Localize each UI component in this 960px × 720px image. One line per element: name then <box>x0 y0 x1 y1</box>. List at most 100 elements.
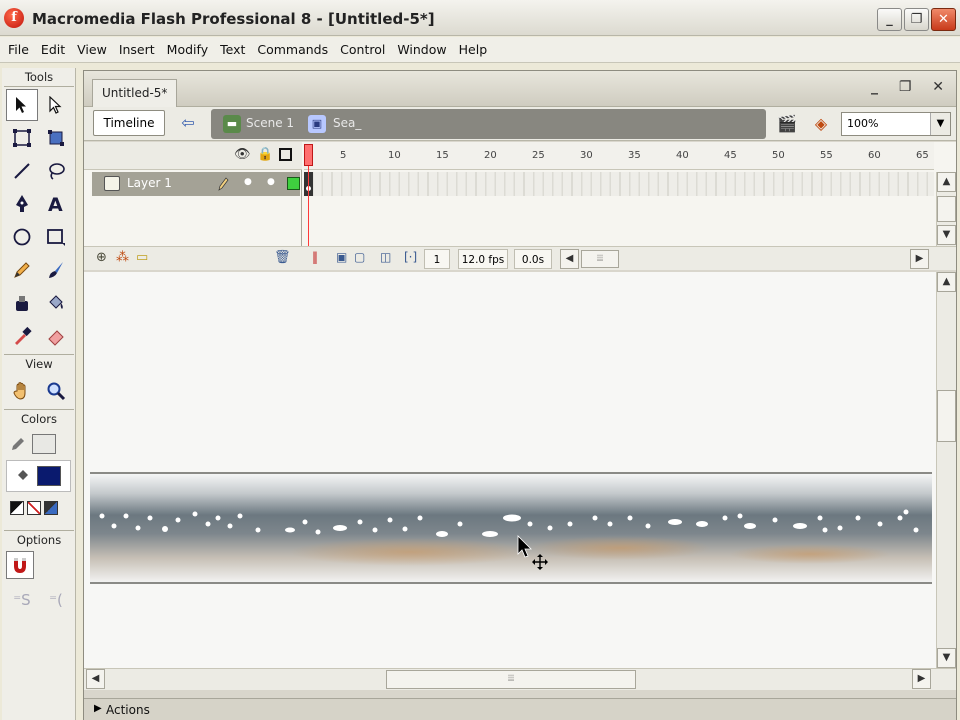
line-tool-icon[interactable] <box>6 155 38 187</box>
stage-hscroll[interactable]: ◀ ⦙⦙⦙ ▶ <box>84 668 956 690</box>
menu-insert[interactable]: Insert <box>114 42 162 57</box>
document-tab[interactable]: Untitled-5* <box>92 79 178 107</box>
no-color-icon[interactable] <box>27 501 41 515</box>
layer-row[interactable]: Layer 1 ● ● <box>92 172 300 196</box>
scroll-up-icon[interactable]: ▲ <box>937 172 956 192</box>
oval-tool-icon[interactable] <box>6 221 38 253</box>
scroll-up-icon[interactable]: ▲ <box>937 272 956 292</box>
stroke-color-pencil-icon[interactable] <box>10 436 26 452</box>
edit-scene-icon[interactable]: 🎬 <box>774 112 800 136</box>
actions-panel-title[interactable]: Actions <box>106 703 150 717</box>
lock-icon[interactable]: 🔒 <box>257 147 273 162</box>
menu-modify[interactable]: Modify <box>162 42 215 57</box>
onion-outlines-icon[interactable]: ▢ <box>354 250 365 264</box>
zoom-tool-icon[interactable] <box>40 375 72 407</box>
stroke-color-swatch[interactable] <box>32 434 56 454</box>
stage-hscroll-thumb[interactable]: ⦙⦙⦙ <box>386 670 636 689</box>
stage-vscroll-thumb[interactable] <box>937 390 956 442</box>
layer-name[interactable]: Layer 1 <box>127 176 172 190</box>
pen-tool-icon[interactable] <box>6 188 38 220</box>
brush-tool-icon[interactable] <box>40 254 72 286</box>
ruler-label: 60 <box>868 150 881 161</box>
free-transform-tool-icon[interactable] <box>6 122 38 154</box>
stage-vscroll[interactable]: ▲ ▼ <box>936 272 956 668</box>
onion-markers-icon[interactable]: [·] <box>404 250 417 264</box>
scroll-down-icon[interactable]: ▼ <box>937 225 956 245</box>
add-layer-icon[interactable]: ⊕ <box>96 250 107 265</box>
timeline-vscroll[interactable]: ▲ ▼ <box>936 172 956 246</box>
expand-triangle-icon[interactable]: ▶ <box>94 703 102 714</box>
add-folder-icon[interactable]: ▭ <box>136 250 148 265</box>
timeline-hscroll-thumb[interactable]: ⦙⦙⦙ <box>581 250 619 268</box>
hand-tool-icon[interactable] <box>6 375 38 407</box>
eye-icon[interactable]: 👁 <box>234 147 251 162</box>
layer-outline-swatch[interactable] <box>287 177 300 190</box>
onion-skin-icon[interactable]: ▣ <box>336 250 347 264</box>
stage[interactable] <box>84 272 936 668</box>
snap-magnet-icon[interactable] <box>6 551 34 579</box>
subselection-tool-icon[interactable] <box>40 89 72 121</box>
ink-bottle-tool-icon[interactable] <box>6 287 38 319</box>
timeline-scroll-right-icon[interactable]: ▶ <box>910 249 929 269</box>
fill-color-swatch[interactable] <box>37 466 61 486</box>
delete-layer-icon[interactable]: 🗑 <box>274 250 291 265</box>
layer-visible-dot[interactable]: ● <box>244 177 252 187</box>
back-arrow-icon[interactable]: ⇦ <box>177 112 199 134</box>
breadcrumb-symbol[interactable]: Sea_ <box>333 116 361 130</box>
black-white-icon[interactable] <box>10 501 24 515</box>
edit-symbols-icon[interactable]: ◈ <box>808 112 834 136</box>
add-guide-layer-icon[interactable]: ⁂ <box>116 250 129 265</box>
outline-icon[interactable] <box>279 148 292 161</box>
chevron-down-icon[interactable]: ▼ <box>930 113 950 135</box>
document-window: Untitled-5* _ ❐ ✕ Timeline ⇦ ▬ Scene 1 ▣… <box>83 70 957 720</box>
swap-colors-icon[interactable] <box>44 501 58 515</box>
stroke-color-row <box>2 428 75 460</box>
menu-control[interactable]: Control <box>335 42 392 57</box>
option-tools: ⁼S ⁼( <box>2 549 75 618</box>
restore-button[interactable]: ❐ <box>904 8 929 31</box>
timeline-toggle-button[interactable]: Timeline <box>93 110 165 136</box>
text-tool-icon[interactable]: A <box>40 188 72 220</box>
breadcrumb-scene[interactable]: Scene 1 <box>246 116 294 130</box>
sea-movie-clip[interactable] <box>90 472 932 584</box>
menu-bar: File Edit View Insert Modify Text Comman… <box>0 37 960 63</box>
edit-multiple-frames-icon[interactable]: ◫ <box>380 250 391 264</box>
menu-file[interactable]: File <box>3 42 36 57</box>
document-window-controls[interactable]: _ ❐ ✕ <box>871 79 952 95</box>
scroll-thumb[interactable] <box>937 196 956 222</box>
ruler-label: 20 <box>484 150 497 161</box>
menu-view[interactable]: View <box>72 42 114 57</box>
minimize-button[interactable]: _ <box>877 8 902 31</box>
close-button[interactable]: ✕ <box>931 8 956 31</box>
layer-header: 👁 🔒 <box>84 142 302 170</box>
menu-commands[interactable]: Commands <box>252 42 335 57</box>
scroll-down-icon[interactable]: ▼ <box>937 648 956 668</box>
layer-lock-dot[interactable]: ● <box>267 177 275 187</box>
zoom-value: 100% <box>847 117 879 130</box>
paint-bucket-tool-icon[interactable] <box>40 287 72 319</box>
playhead[interactable] <box>304 142 313 246</box>
fill-color-bucket-icon[interactable] <box>15 468 31 484</box>
ruler-label: 45 <box>724 150 737 161</box>
eyedropper-tool-icon[interactable] <box>6 320 38 352</box>
frame-rate[interactable]: 12.0 fps <box>458 249 508 269</box>
scroll-left-icon[interactable]: ◀ <box>86 669 105 689</box>
lasso-tool-icon[interactable] <box>40 155 72 187</box>
frame-ruler: 1 5 10 15 20 25 30 35 40 45 50 55 60 65 <box>304 142 934 170</box>
ruler-label: 35 <box>628 150 641 161</box>
rectangle-tool-icon[interactable] <box>40 221 72 253</box>
menu-window[interactable]: Window <box>392 42 453 57</box>
center-frame-icon[interactable]: ‖ <box>312 250 318 264</box>
timeline-scroll-left-icon[interactable]: ◀ <box>560 249 579 269</box>
eraser-tool-icon[interactable] <box>40 320 72 352</box>
zoom-select[interactable]: 100% ▼ <box>841 112 951 136</box>
menu-help[interactable]: Help <box>454 42 495 57</box>
menu-text[interactable]: Text <box>215 42 252 57</box>
actions-panel-bar[interactable]: ▶ Actions <box>84 698 956 720</box>
frame-track[interactable] <box>304 172 934 196</box>
menu-edit[interactable]: Edit <box>36 42 72 57</box>
scroll-right-icon[interactable]: ▶ <box>912 669 931 689</box>
gradient-transform-tool-icon[interactable] <box>40 122 72 154</box>
pencil-tool-icon[interactable] <box>6 254 38 286</box>
selection-tool-icon[interactable] <box>6 89 38 121</box>
